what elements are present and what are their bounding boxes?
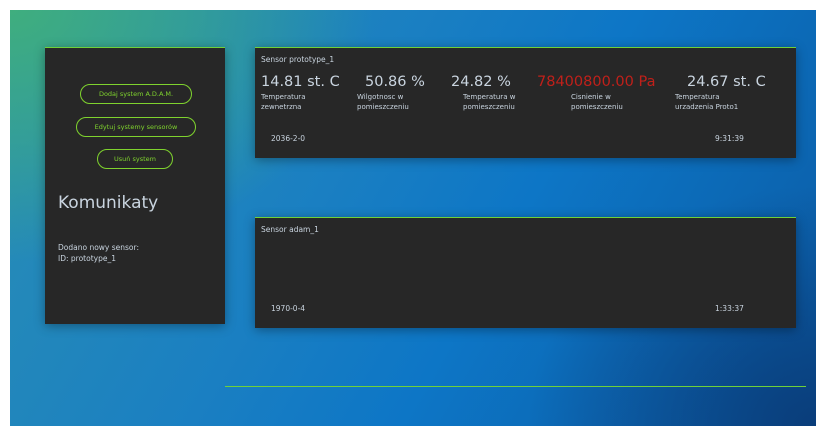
reading-value: 24.82 % (451, 74, 511, 90)
sensor-card-prototype-1: Sensor prototype_1 14.81 st. C Temperatu… (255, 47, 796, 158)
reading-device-temperature: 24.67 st. C Temperatura urzadzenia Proto… (675, 74, 766, 112)
sensor-title: Sensor adam_1 (261, 225, 319, 234)
sensor-date: 2036-2-0 (271, 134, 306, 143)
control-panel: Dodaj system A.D.A.M. Edytuj systemy sen… (45, 47, 225, 324)
reading-label: Cisnienie w pomieszczeniu (571, 92, 655, 112)
reading-value: 78400800.00 Pa (537, 74, 656, 90)
sensor-time: 9:31:39 (715, 134, 744, 143)
reading-label-line: pomieszczeniu (357, 103, 409, 111)
reading-room-humidity: 50.86 % Wilgotnosc w pomieszczeniu (357, 74, 425, 112)
desktop-background: Dodaj system A.D.A.M. Edytuj systemy sen… (10, 10, 816, 426)
reading-value: 14.81 st. C (261, 74, 340, 90)
sensor-title: Sensor prototype_1 (261, 55, 335, 64)
reading-label-line: pomieszczeniu (571, 103, 623, 111)
divider-line (225, 386, 806, 387)
reading-label: Temperatura zewnetrzna (261, 92, 340, 112)
reading-label: Temperatura w pomieszczeniu (463, 92, 515, 112)
reading-label-line: Wilgotnosc w (357, 93, 404, 101)
reading-label-line: urzadzenia Proto1 (675, 103, 739, 111)
reading-label-line: Temperatura (261, 93, 306, 101)
reading-label: Temperatura urzadzenia Proto1 (675, 92, 766, 112)
reading-outdoor-temperature: 14.81 st. C Temperatura zewnetrzna (261, 74, 340, 112)
reading-label-line: Temperatura (675, 93, 720, 101)
reading-room-temperature: 24.82 % Temperatura w pomieszczeniu (451, 74, 515, 112)
delete-system-button[interactable]: Usuń system (97, 149, 173, 169)
reading-room-pressure: 78400800.00 Pa Cisnienie w pomieszczeniu (537, 74, 655, 112)
reading-label-line: zewnetrzna (261, 103, 302, 111)
reading-label: Wilgotnosc w pomieszczeniu (357, 92, 425, 112)
reading-label-line: pomieszczeniu (463, 103, 515, 111)
sensor-card-adam-1: Sensor adam_1 1970-0-4 1:33:37 (255, 217, 796, 328)
sensor-date: 1970-0-4 (271, 304, 306, 313)
message-line: Dodano nowy sensor: (58, 243, 139, 252)
reading-value: 50.86 % (365, 74, 425, 90)
sensor-time: 1:33:37 (715, 304, 744, 313)
reading-label-line: Temperatura w (463, 93, 516, 101)
reading-value: 24.67 st. C (687, 74, 766, 90)
edit-sensor-systems-button[interactable]: Edytuj systemy sensorów (76, 117, 196, 137)
messages-heading: Komunikaty (58, 193, 159, 213)
reading-label-line: Cisnienie w (571, 93, 611, 101)
add-system-button[interactable]: Dodaj system A.D.A.M. (80, 84, 192, 104)
message-line: ID: prototype_1 (58, 254, 116, 263)
